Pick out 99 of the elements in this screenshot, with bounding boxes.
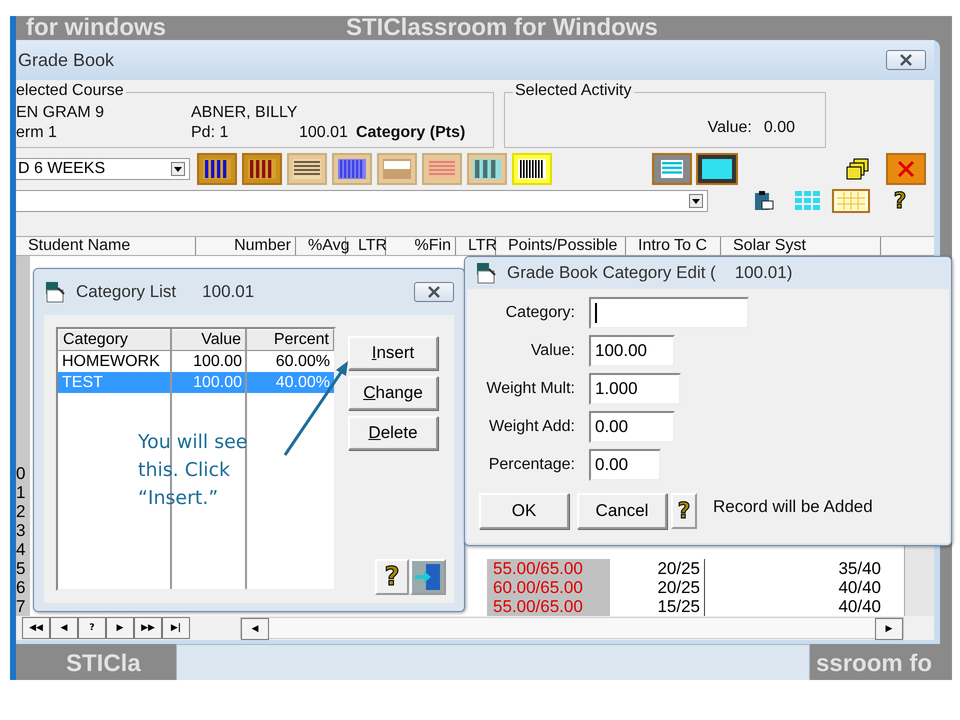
- scroll-right-button[interactable]: ▶: [875, 618, 903, 640]
- lines-icon: [661, 160, 683, 178]
- row-number: 5: [16, 559, 26, 578]
- screen-view-button[interactable]: [696, 153, 738, 185]
- logo-text: STICla: [66, 652, 141, 676]
- bars-icon: [473, 159, 501, 179]
- row-number: 1: [16, 483, 26, 502]
- column-header[interactable]: %Fin: [386, 237, 456, 255]
- calendar-button[interactable]: [832, 189, 870, 213]
- group-legend: Selected Activity: [513, 82, 634, 100]
- column-header[interactable]: Number: [196, 237, 296, 255]
- row-number: 6: [16, 578, 26, 597]
- navigation-button[interactable]: ?: [78, 617, 106, 639]
- navigation-button[interactable]: ◀◀: [22, 617, 50, 639]
- student-name: ABNER, BILLY: [191, 103, 298, 122]
- course-number: 100.01: [299, 123, 348, 142]
- column-header[interactable]: Points/Possible: [496, 237, 626, 255]
- calendar-icon: [837, 192, 866, 210]
- input-field[interactable]: 100.00: [589, 335, 675, 367]
- close-icon: [897, 160, 915, 178]
- field-label: Category:: [504, 304, 575, 322]
- exit-button[interactable]: [410, 559, 446, 595]
- close-button[interactable]: [886, 50, 926, 70]
- ok-button[interactable]: OK: [479, 493, 569, 529]
- close-icon: [425, 286, 443, 298]
- list-view-button[interactable]: [652, 153, 692, 185]
- status-message: Record will be Added: [713, 496, 873, 517]
- logo-text: for windows: [26, 16, 166, 40]
- dialog-title: Grade Book Category Edit ( 100.01): [507, 263, 792, 283]
- exit-door-icon: [414, 562, 442, 592]
- field-label: Value:: [530, 342, 575, 360]
- row-number: 3: [16, 521, 26, 540]
- folders-icon: [846, 158, 870, 180]
- value-text: 0.00: [764, 119, 795, 137]
- field-label: Weight Mult:: [485, 380, 575, 398]
- category-row[interactable]: HOMEWORK 100.00 60.00%: [58, 351, 334, 372]
- lines-icon: [428, 159, 456, 179]
- clipboard-icon: [753, 190, 776, 212]
- logo-text: STIClassroom for Windows: [346, 16, 658, 40]
- term-label: erm 1: [16, 123, 58, 142]
- column-header[interactable]: Solar Syst: [721, 237, 881, 255]
- row-number: 4: [16, 540, 26, 559]
- table-cell: 60.00/65.00: [487, 578, 610, 597]
- row-number: 7: [16, 597, 26, 616]
- table-cell-text: 35/40: [837, 559, 882, 578]
- lines-icon: [293, 159, 321, 179]
- column-header[interactable]: Percent: [246, 329, 334, 351]
- dropdown-select[interactable]: [16, 190, 708, 212]
- input-field[interactable]: 0.00: [589, 411, 675, 443]
- dialog-button[interactable]: Insert: [348, 336, 438, 370]
- input-field[interactable]: 1.000: [589, 373, 681, 405]
- bars-icon: [518, 159, 546, 179]
- column-header[interactable]: Value: [171, 329, 246, 351]
- scroll-left-button[interactable]: ◀: [241, 618, 269, 640]
- grid-icon: [795, 191, 822, 211]
- column-header[interactable]: Category: [58, 329, 171, 351]
- cancel-button[interactable]: Cancel: [577, 493, 667, 529]
- navigation-button[interactable]: ▶▶: [134, 617, 162, 639]
- dropdown-arrow-icon: [174, 166, 182, 172]
- navigation-button[interactable]: ◀: [50, 617, 78, 639]
- table-cell-text: 40/40: [837, 578, 882, 597]
- input-field[interactable]: 0.00: [589, 449, 661, 481]
- close-icon: [897, 54, 915, 66]
- scrollbar[interactable]: ◀ ▶: [240, 617, 904, 639]
- column-header[interactable]: LTR: [456, 237, 496, 255]
- column-header[interactable]: %Avg: [296, 237, 346, 255]
- grading-period-select[interactable]: D 6 WEEKS: [16, 158, 190, 180]
- row-number: 2: [16, 502, 26, 521]
- dialog-title: Category List: [76, 282, 176, 302]
- input-field[interactable]: [589, 297, 749, 329]
- field-label: Weight Add:: [488, 418, 575, 436]
- table-cell: 55.00/65.00: [487, 559, 610, 578]
- window-title: Grade Book: [18, 50, 114, 70]
- course-name: EN GRAM 9: [16, 103, 106, 122]
- column-header[interactable]: Student Name: [16, 237, 196, 255]
- period-label: Pd: 1: [191, 123, 230, 142]
- category-mode: Category (Pts): [356, 123, 466, 142]
- navigation-button[interactable]: ▶: [106, 617, 134, 639]
- field-label: Percentage:: [488, 456, 575, 474]
- bars-icon: [338, 159, 366, 179]
- bars-icon: [248, 159, 276, 179]
- course-number: 100.01: [202, 282, 254, 302]
- dropdown-arrow-icon: [692, 198, 700, 204]
- dialog-button[interactable]: Change: [348, 376, 438, 410]
- column-header[interactable]: Intro To C: [626, 237, 721, 255]
- table-cell: 20/25: [610, 559, 705, 578]
- logo-text: ssroom fo: [816, 652, 932, 676]
- dialog-button[interactable]: Delete: [348, 416, 438, 450]
- value-label: Value:: [708, 119, 752, 137]
- lines-icon: [383, 159, 411, 179]
- bars-icon: [203, 159, 231, 179]
- table-cell: 20/25: [610, 578, 705, 597]
- screen-icon: [702, 159, 732, 179]
- table-cell-text: 40/40: [837, 597, 882, 616]
- close-button[interactable]: [414, 282, 454, 302]
- navigation-button[interactable]: ▶|: [162, 617, 190, 639]
- table-cell: 55.00/65.00: [487, 597, 610, 616]
- row-number: 0: [16, 464, 26, 483]
- callout-text: You will see this. Click “Insert.”: [138, 430, 248, 511]
